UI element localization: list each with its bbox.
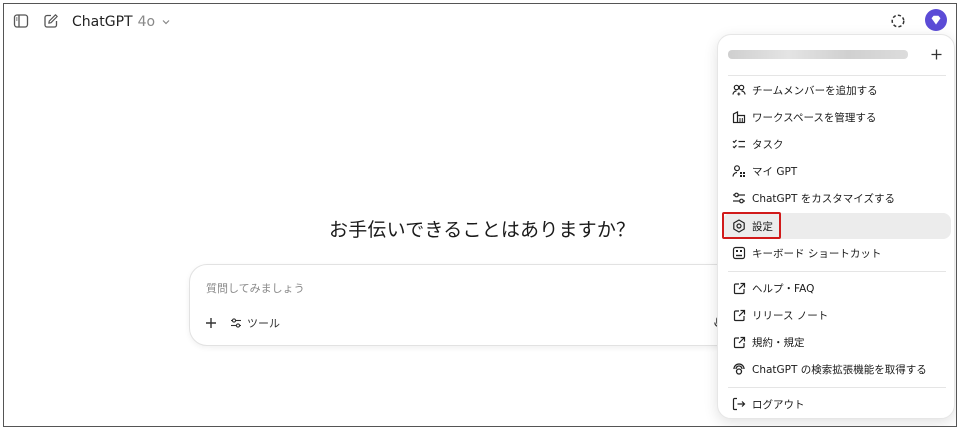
menu-item-release-notes[interactable]: リリース ノート [723, 302, 951, 328]
menu-item-tasks[interactable]: タスク [723, 131, 951, 157]
logout-icon [732, 397, 746, 411]
workspace-icon [732, 110, 746, 124]
account-menu: チームメンバーを追加する ワークスペースを管理する タスク マイ GPT Cha… [717, 34, 955, 419]
menu-item-label: ログアウト [752, 398, 805, 411]
menu-item-label: チームメンバーを追加する [752, 84, 878, 97]
menu-item-search-extension[interactable]: ChatGPT の検索拡張機能を取得する [723, 356, 951, 382]
tasks-icon [732, 137, 746, 151]
account-email-blurred [728, 50, 908, 59]
model-switcher[interactable]: ChatGPT 4o [72, 11, 172, 33]
menu-item-keyboard-shortcuts[interactable]: キーボード ショートカット [723, 240, 951, 266]
menu-item-label: リリース ノート [752, 309, 829, 322]
avatar-icon [930, 14, 942, 26]
menu-item-label: 設定 [752, 220, 773, 233]
settings-icon [732, 219, 746, 233]
tools-button[interactable]: ツール [230, 314, 280, 332]
account-header [718, 35, 954, 75]
add-account-button[interactable] [926, 44, 946, 64]
model-version: 4o [137, 14, 156, 30]
customize-icon [732, 191, 746, 205]
page-headline: お手伝いできることはありますか？ [329, 219, 636, 241]
sidebar-toggle-icon[interactable] [12, 12, 30, 30]
menu-item-terms-policies[interactable]: 規約・規定 [723, 329, 951, 355]
menu-item-my-gpt[interactable]: マイ GPT [723, 158, 951, 184]
chevron-down-icon [160, 16, 172, 28]
external-link-icon [732, 281, 746, 295]
keyboard-icon [732, 246, 746, 260]
model-name: ChatGPT [72, 14, 133, 30]
avatar[interactable] [925, 9, 947, 31]
menu-item-label: ヘルプ・FAQ [752, 282, 815, 295]
menu-item-add-team-members[interactable]: チームメンバーを追加する [723, 77, 951, 103]
menu-item-label: ワークスペースを管理する [752, 111, 877, 124]
menu-item-label: ChatGPT の検索拡張機能を取得する [752, 363, 927, 376]
temporary-chat-icon[interactable] [889, 12, 907, 30]
plus-icon [931, 49, 942, 60]
menu-item-label: タスク [752, 138, 784, 151]
prompt-input[interactable] [206, 282, 686, 295]
menu-item-label: 規約・規定 [752, 336, 805, 349]
my-gpt-icon [732, 164, 746, 178]
external-link-icon [732, 335, 746, 349]
menu-item-settings[interactable]: 設定 [723, 213, 951, 239]
menu-item-logout[interactable]: ログアウト [723, 391, 951, 417]
menu-item-manage-workspace[interactable]: ワークスペースを管理する [723, 104, 951, 130]
menu-divider [728, 387, 946, 388]
menu-item-label: ChatGPT をカスタマイズする [752, 192, 895, 205]
new-chat-icon[interactable] [42, 12, 60, 30]
attach-button[interactable] [202, 314, 220, 332]
app-window: ChatGPT 4o お手伝いできることはありますか？ 質問してみましょう ツー… [3, 3, 957, 427]
menu-divider [728, 271, 946, 272]
external-link-icon [732, 308, 746, 322]
menu-divider [728, 75, 946, 76]
menu-item-customize-chatgpt[interactable]: ChatGPT をカスタマイズする [723, 185, 951, 211]
tools-icon [230, 317, 242, 329]
search-extension-icon [732, 362, 746, 376]
menu-item-label: キーボード ショートカット [752, 247, 882, 260]
top-bar: ChatGPT 4o [4, 4, 956, 38]
menu-item-label: マイ GPT [752, 165, 798, 178]
menu-item-help-faq[interactable]: ヘルプ・FAQ [723, 275, 951, 301]
plus-icon [205, 317, 217, 329]
tools-label: ツール [247, 317, 280, 330]
people-plus-icon [732, 83, 746, 97]
composer: ツール [189, 264, 749, 346]
